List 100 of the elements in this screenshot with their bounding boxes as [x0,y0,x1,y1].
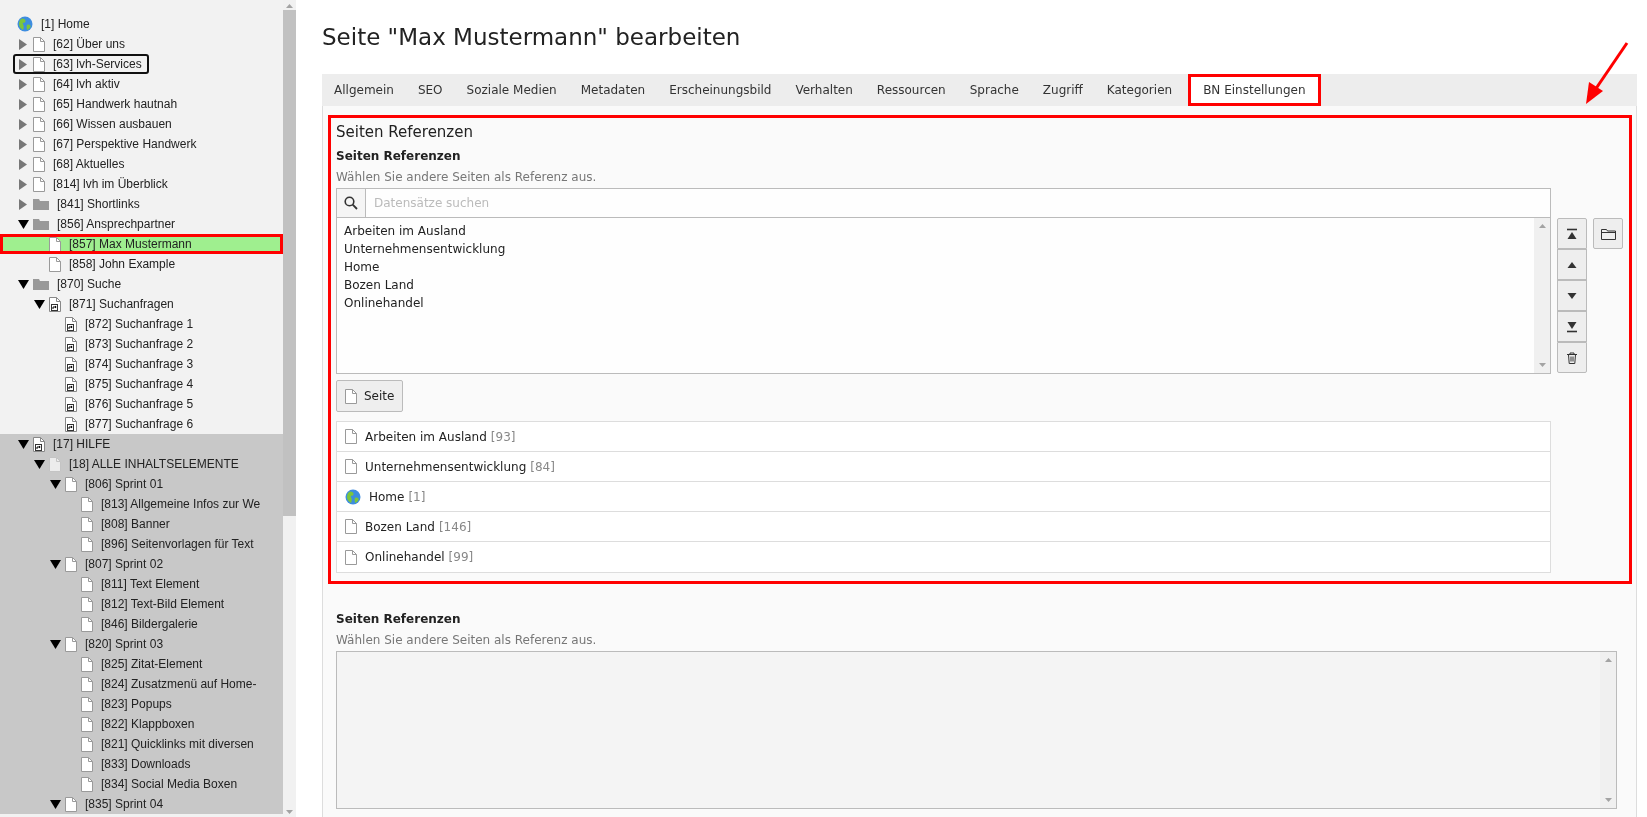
tree-item[interactable]: [821] Quicklinks mit diversen [0,734,283,754]
expand-toggle[interactable] [19,138,27,150]
collapse-toggle[interactable] [49,479,61,489]
expand-toggle[interactable] [19,98,27,110]
collapse-toggle[interactable] [49,639,61,649]
move-down-button[interactable] [1557,280,1587,311]
scrollbar-track[interactable] [1534,218,1550,373]
tree-item[interactable]: [856] Ansprechpartner [0,214,283,234]
tab[interactable]: Allgemein [322,74,406,106]
search-button[interactable] [336,188,366,218]
tree-item[interactable]: [823] Popups [0,694,283,714]
selected-list[interactable]: Arbeiten im Ausland Unternehmensentwicklung Home Bozen Land Onlinehandel [336,218,1551,374]
tree-item[interactable]: [820] Sprint 03 [0,634,283,654]
collapse-toggle[interactable] [49,799,61,809]
tab[interactable]: Zugriff [1030,74,1095,106]
tree-item[interactable]: [833] Downloads [0,754,283,774]
scrollbar-track[interactable] [1600,652,1616,808]
tab[interactable]: Erscheinungsbild [657,74,784,106]
tree-item[interactable]: [825] Zitat-Element [0,654,283,674]
add-page-button[interactable]: Seite [336,380,404,412]
move-up-button[interactable] [1557,249,1587,280]
tree-item[interactable]: [17] HILFE [0,434,283,454]
tree-item[interactable]: [62] Über uns [0,34,283,54]
page-title: Seite "Max Mustermann" bearbeiten [322,23,742,52]
move-to-bottom-button[interactable] [1557,311,1587,342]
expand-toggle[interactable] [19,118,27,130]
tab[interactable]: Soziale Medien [454,74,569,106]
tree-item[interactable]: [870] Suche [0,274,283,294]
tab[interactable]: SEO [405,74,455,106]
scroll-down-icon[interactable] [1604,798,1612,802]
tree-item[interactable]: [871] Suchanfragen [0,294,283,314]
tree-item[interactable]: [841] Shortlinks [0,194,283,214]
tree-item[interactable]: [64] lvh aktiv [0,74,283,94]
tree-item[interactable]: [872] Suchanfrage 1 [0,314,283,334]
collapse-toggle[interactable] [17,219,29,229]
list-option[interactable]: Arbeiten im Ausland [344,222,1527,240]
page-icon [81,496,93,512]
tab[interactable]: Sprache [957,74,1031,106]
collapse-toggle[interactable] [33,299,45,309]
collapse-toggle[interactable] [17,279,29,289]
scroll-down-icon[interactable] [286,810,293,814]
tree-item[interactable]: [834] Social Media Boxen [0,774,283,794]
tree-item[interactable]: [877] Suchanfrage 6 [0,414,283,434]
expand-toggle[interactable] [19,58,27,70]
collapse-toggle[interactable] [33,459,45,469]
record-id: [1] [408,489,426,504]
tree-item[interactable]: [808] Banner [0,514,283,534]
tab[interactable]: Ressourcen [864,74,958,106]
search-field[interactable]: Datensätze suchen [366,188,1551,218]
scrollbar-thumb[interactable] [283,10,296,516]
expand-toggle[interactable] [19,78,27,90]
tree-item[interactable]: [813] Allgemeine Infos zur We [0,494,283,514]
page-icon [65,796,77,812]
tree-item[interactable]: [876] Suchanfrage 5 [0,394,283,414]
scroll-up-icon[interactable] [1604,658,1612,662]
tab[interactable]: BN Einstellungen [1188,74,1321,106]
tree-item[interactable]: [63] lvh-Services [13,54,149,74]
tree-item[interactable]: [874] Suchanfrage 3 [0,354,283,374]
tree-item[interactable]: [896] Seitenvorlagen für Text [0,534,283,554]
tree-item[interactable]: [875] Suchanfrage 4 [0,374,283,394]
tree-item[interactable]: [18] ALLE INHALTSELEMENTE [0,454,283,474]
tree-item[interactable]: [824] Zusatzmenü auf Home- [0,674,283,694]
tree-item[interactable]: [806] Sprint 01 [0,474,283,494]
collapse-toggle[interactable] [17,439,29,449]
tree-item[interactable]: [66] Wissen ausbauen [0,114,283,134]
list-option[interactable]: Bozen Land [344,276,1527,294]
tree-item[interactable]: [1] Home [0,14,283,34]
scroll-up-icon[interactable] [1538,224,1546,228]
scroll-up-icon[interactable] [286,4,293,8]
tree-item[interactable]: [811] Text Element [0,574,283,594]
browse-button[interactable] [1593,218,1623,249]
expand-toggle[interactable] [19,158,27,170]
tree-item[interactable]: [814] lvh im Überblick [0,174,283,194]
tree-item[interactable]: [857] Max Mustermann [0,234,283,254]
tree-item[interactable]: [68] Aktuelles [0,154,283,174]
tree-item[interactable]: [846] Bildergalerie [0,614,283,634]
list-option[interactable]: Unternehmensentwicklung [344,240,1527,258]
list-option[interactable]: Home [344,258,1527,276]
page-icon [81,516,93,532]
tab[interactable]: Kategorien [1094,74,1185,106]
record-id: [93] [490,429,516,444]
collapse-toggle[interactable] [49,559,61,569]
page-icon [33,176,45,192]
list-option[interactable]: Onlinehandel [344,294,1527,312]
scroll-down-icon[interactable] [1538,363,1546,367]
tree-item[interactable]: [807] Sprint 02 [0,554,283,574]
delete-button[interactable] [1557,342,1587,373]
tree-item[interactable]: [65] Handwerk hautnah [0,94,283,114]
expand-toggle[interactable] [19,178,27,190]
tree-item[interactable]: [858] John Example [0,254,283,274]
tree-item[interactable]: [873] Suchanfrage 2 [0,334,283,354]
tree-item[interactable]: [835] Sprint 04 [0,794,283,814]
tree-item[interactable]: [67] Perspektive Handwerk [0,134,283,154]
expand-toggle[interactable] [19,38,27,50]
tree-item[interactable]: [812] Text-Bild Element [0,594,283,614]
tab[interactable]: Metadaten [568,74,658,106]
tree-item[interactable]: [822] Klappboxen [0,714,283,734]
move-to-top-button[interactable] [1557,218,1587,249]
expand-toggle[interactable] [19,198,27,210]
tab[interactable]: Verhalten [783,74,865,106]
